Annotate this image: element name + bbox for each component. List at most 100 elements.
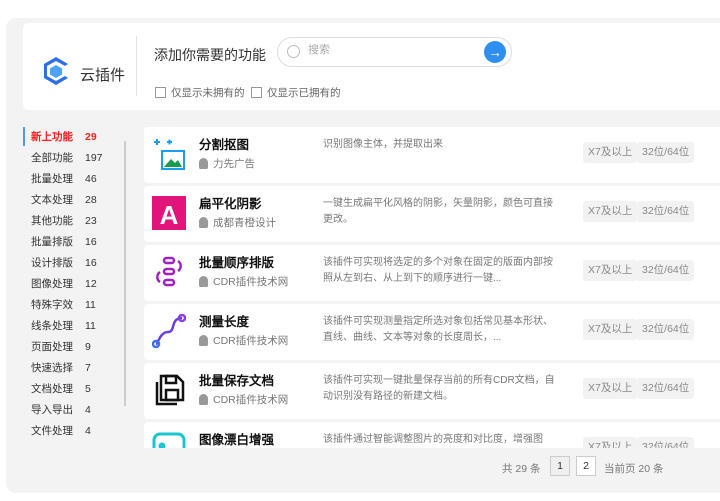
sidebar-item-label: 特殊字效	[31, 299, 73, 311]
plugin-list: 分割抠图 力先广告 识别图像主体，并提取出来 X7及以上 32位/64位 A 扁…	[144, 127, 720, 448]
sidebar-item-label: 导入导出	[31, 404, 73, 416]
sidebar-item-count: 29	[85, 130, 97, 143]
plugin-name: 测量长度	[199, 315, 250, 329]
page-1-button[interactable]: 1	[550, 456, 570, 476]
sidebar-item-label: 快速选择	[31, 362, 73, 374]
sidebar-item-count: 5	[85, 382, 91, 395]
plugin-name: 批量保存文档	[199, 374, 275, 388]
arch-tag: 32位/64位	[637, 319, 695, 340]
plugin-card[interactable]: A 扁平化阴影 成都青橙设计 一键生成扁平化风格的阴影，矢量阴影，颜色可直接更改…	[144, 186, 720, 242]
search-submit-button[interactable]: →	[484, 41, 506, 63]
sidebar-item-label: 图像处理	[31, 278, 73, 290]
plugin-card[interactable]: 图像漂白增强 该插件通过智能调整图片的亮度和对比度，增强图 X7及以上 32位/…	[144, 422, 720, 448]
plugin-description: 识别图像主体，并提取出来	[323, 139, 443, 150]
sidebar-item[interactable]: 批量处理 46	[23, 168, 128, 189]
version-tag: X7及以上	[583, 378, 638, 399]
plugin-description: 一键生成扁平化风格的阴影，矢量阴影，颜色可直接更改。	[323, 198, 553, 225]
filter-owned-label: 仅显示已拥有的	[267, 87, 341, 99]
sidebar-item[interactable]: 特殊字效 11	[23, 294, 128, 315]
sidebar-scrollbar[interactable]	[124, 141, 126, 406]
page-2-button[interactable]: 2	[576, 456, 596, 476]
sidebar-item[interactable]: 批量排版 16	[23, 231, 128, 252]
sidebar-item-label: 文件处理	[31, 425, 73, 437]
divider	[136, 36, 137, 96]
version-tag: X7及以上	[583, 260, 638, 281]
sidebar-item-count: 9	[85, 340, 91, 353]
category-sidebar: 新上功能 29 全部功能 197 批量处理 46 文本处理 28 其他功能 23 批量排版 16 设计排…	[23, 126, 128, 441]
measure-length-icon	[151, 313, 187, 349]
plugin-card[interactable]: 分割抠图 力先广告 识别图像主体，并提取出来 X7及以上 32位/64位	[144, 127, 720, 183]
user-icon	[199, 276, 208, 287]
sidebar-item-label: 文档处理	[31, 383, 73, 395]
sidebar-item-label: 页面处理	[31, 341, 73, 353]
sidebar-item[interactable]: 新上功能 29	[23, 126, 128, 147]
filter-unowned-checkbox[interactable]: 仅显示未拥有的	[155, 85, 245, 100]
plugin-panel: 云插件 添加你需要的功能 → 仅显示未拥有的 仅显示已拥有的 新上功能29全部功…	[6, 18, 720, 493]
search-input[interactable]	[308, 44, 468, 56]
arch-tag: 32位/64位	[637, 142, 695, 163]
sidebar-item-count: 46	[85, 172, 97, 185]
version-tag: X7及以上	[583, 142, 638, 163]
plugin-name: 分割抠图	[199, 138, 250, 152]
arch-tag: 32位/64位	[637, 378, 695, 399]
sidebar-item-count: 23	[85, 214, 97, 227]
sidebar-item[interactable]: 导入导出 4	[23, 399, 128, 420]
plugin-description: 该插件通过智能调整图片的亮度和对比度，增强图	[323, 434, 543, 445]
sidebar-item-label: 批量排版	[31, 236, 73, 248]
sidebar-item[interactable]: 文档处理 5	[23, 378, 128, 399]
sidebar-item[interactable]: 全部功能 197	[23, 147, 128, 168]
plugin-author: CDR插件技术网	[199, 392, 288, 407]
sidebar-item-count: 7	[85, 361, 91, 374]
checkbox-icon[interactable]	[155, 87, 166, 98]
author-name: 力先广告	[213, 158, 255, 170]
version-tag: X7及以上	[583, 319, 638, 340]
plugin-name: 批量顺序排版	[199, 256, 275, 270]
total-count: 共 29 条	[502, 463, 541, 475]
plugin-author: 力先广告	[199, 156, 255, 171]
sidebar-item[interactable]: 文件处理 4	[23, 420, 128, 441]
plugin-card[interactable]: 批量顺序排版 CDR插件技术网 该插件可实现将选定的多个对象在固定的版面内部按照…	[144, 245, 720, 301]
user-icon	[199, 394, 208, 405]
sidebar-item-label: 文本处理	[31, 194, 73, 206]
sidebar-item-label: 新上功能	[31, 131, 73, 143]
user-icon	[199, 335, 208, 346]
filter-owned-checkbox[interactable]: 仅显示已拥有的	[251, 85, 341, 100]
sidebar-item-label: 全部功能	[31, 152, 73, 164]
sidebar-item[interactable]: 线条处理 11	[23, 315, 128, 336]
plugin-description: 该插件可实现将选定的多个对象在固定的版面内部按照从左到右、从上到下的顺序进行一键…	[323, 257, 553, 284]
version-tag: X7及以上	[583, 437, 638, 448]
sidebar-item[interactable]: 快速选择 7	[23, 357, 128, 378]
svg-text:A: A	[160, 200, 179, 230]
plugin-name: 扁平化阴影	[199, 197, 262, 211]
sidebar-item-count: 4	[85, 403, 91, 416]
sidebar-item-count: 12	[85, 277, 97, 290]
sidebar-item-count: 197	[85, 151, 103, 164]
sidebar-item-count: 16	[85, 256, 97, 269]
sidebar-item-count: 11	[85, 298, 96, 311]
flat-shadow-icon: A	[152, 196, 186, 230]
per-page-count: 当前页 20 条	[604, 463, 664, 475]
plugin-author: CDR插件技术网	[199, 333, 288, 348]
sidebar-item[interactable]: 其他功能 23	[23, 210, 128, 231]
sidebar-item-label: 其他功能	[31, 215, 73, 227]
plugin-author: CDR插件技术网	[199, 274, 288, 289]
author-name: CDR插件技术网	[213, 394, 289, 406]
search-box[interactable]: →	[277, 37, 512, 67]
sidebar-item-label: 设计排版	[31, 257, 73, 269]
plugin-description: 该插件可实现一键批量保存当前的所有CDR文档，自动识别没有路径的新建文档。	[323, 375, 555, 402]
plugin-card[interactable]: 测量长度 CDR插件技术网 该插件可实现测量指定所选对象包括常见基本形状、直线、…	[144, 304, 720, 360]
sidebar-item-label: 线条处理	[31, 320, 73, 332]
arch-tag: 32位/64位	[637, 437, 695, 448]
sidebar-item[interactable]: 图像处理 12	[23, 273, 128, 294]
save-documents-icon	[152, 373, 186, 407]
filter-unowned-label: 仅显示未拥有的	[171, 87, 245, 99]
image-cutout-icon	[152, 137, 186, 171]
plugin-card[interactable]: 批量保存文档 CDR插件技术网 该插件可实现一键批量保存当前的所有CDR文档，自…	[144, 363, 720, 419]
search-icon	[287, 45, 300, 58]
sidebar-item[interactable]: 文本处理 28	[23, 189, 128, 210]
sidebar-item[interactable]: 页面处理 9	[23, 336, 128, 357]
sidebar-item[interactable]: 设计排版 16	[23, 252, 128, 273]
checkbox-icon[interactable]	[251, 87, 262, 98]
image-whiten-icon	[152, 432, 186, 448]
author-name: CDR插件技术网	[213, 276, 289, 288]
